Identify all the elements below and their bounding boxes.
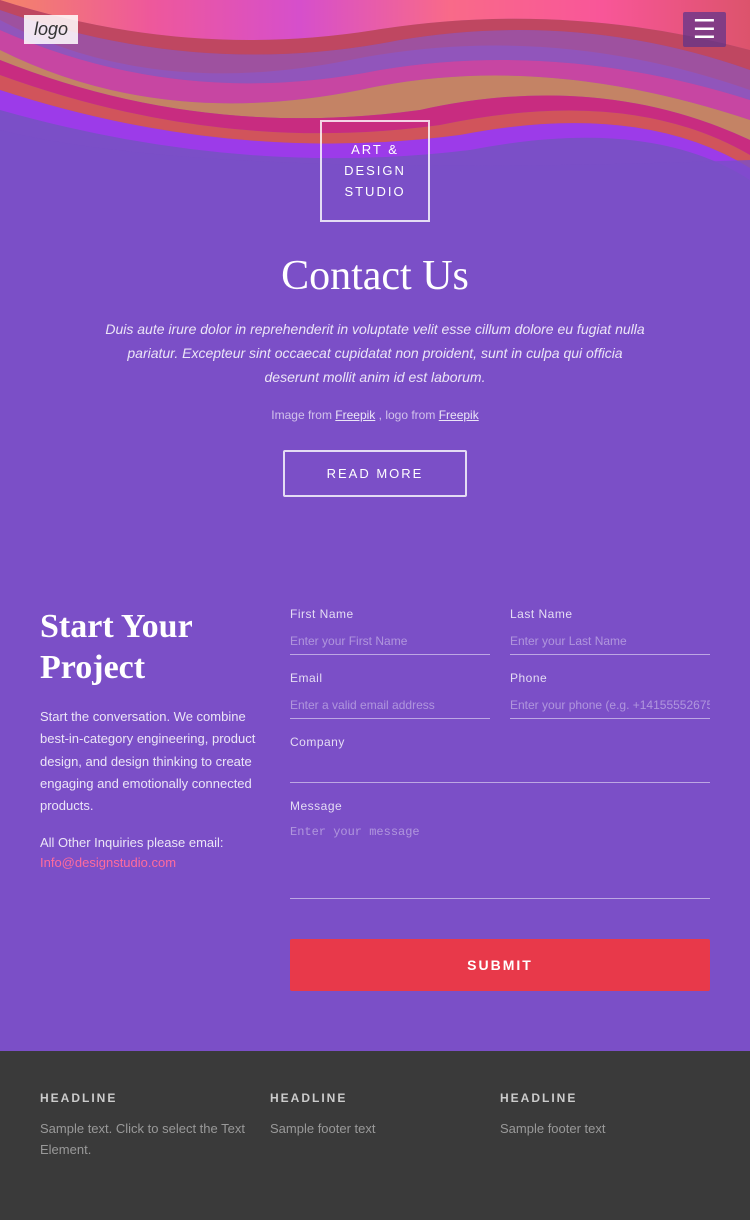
footer-headline-1: HEADLINE	[40, 1091, 250, 1105]
first-name-input[interactable]	[290, 627, 490, 655]
submit-button[interactable]: SUBMIT	[290, 939, 710, 991]
contact-description: Duis aute irure dolor in reprehenderit i…	[105, 318, 645, 389]
freepik-link-1[interactable]: Freepik	[335, 408, 375, 422]
footer-col-2: HEADLINE Sample footer text	[270, 1091, 480, 1161]
studio-logo-box: ART & DESIGN STUDIO	[320, 120, 430, 222]
studio-text: ART & DESIGN STUDIO	[344, 142, 406, 199]
first-name-group: First Name	[290, 607, 490, 655]
phone-input[interactable]	[510, 691, 710, 719]
project-email-link[interactable]: Info@designstudio.com	[40, 855, 176, 870]
contact-section: Contact Us Duis aute irure dolor in repr…	[0, 222, 750, 556]
navbar: logo ☰	[0, 0, 750, 59]
contact-title: Contact Us	[281, 252, 469, 300]
email-label: Email	[290, 671, 490, 685]
email-group: Email	[290, 671, 490, 719]
footer-headline-2: HEADLINE	[270, 1091, 480, 1105]
message-label: Message	[290, 799, 710, 813]
message-group: Message	[290, 799, 710, 899]
project-description: Start the conversation. We combine best-…	[40, 706, 260, 816]
phone-label: Phone	[510, 671, 710, 685]
footer-col-3: HEADLINE Sample footer text	[500, 1091, 710, 1161]
company-group: Company	[290, 735, 710, 783]
project-left: Start Your Project Start the conversatio…	[40, 607, 260, 991]
hamburger-icon[interactable]: ☰	[683, 12, 726, 47]
last-name-input[interactable]	[510, 627, 710, 655]
form-company-row: Company	[290, 735, 710, 783]
footer-text-3: Sample footer text	[500, 1119, 710, 1140]
image-credit: Image from Freepik , logo from Freepik	[271, 408, 478, 422]
footer-text-1: Sample text. Click to select the Text El…	[40, 1119, 250, 1161]
footer-text-2: Sample footer text	[270, 1119, 480, 1140]
contact-form: First Name Last Name Email Phone Company	[290, 607, 710, 991]
company-input[interactable]	[290, 755, 710, 783]
last-name-group: Last Name	[510, 607, 710, 655]
footer: HEADLINE Sample text. Click to select th…	[0, 1051, 750, 1220]
project-section: Start Your Project Start the conversatio…	[0, 557, 750, 1051]
project-title: Start Your Project	[40, 607, 260, 689]
message-input[interactable]	[290, 819, 710, 899]
last-name-label: Last Name	[510, 607, 710, 621]
company-label: Company	[290, 735, 710, 749]
read-more-button[interactable]: READ MORE	[283, 450, 468, 497]
nav-logo: logo	[24, 15, 78, 44]
project-email-label: All Other Inquiries please email:	[40, 835, 260, 850]
footer-col-1: HEADLINE Sample text. Click to select th…	[40, 1091, 250, 1161]
first-name-label: First Name	[290, 607, 490, 621]
footer-headline-3: HEADLINE	[500, 1091, 710, 1105]
form-name-row: First Name Last Name	[290, 607, 710, 655]
form-contact-row: Email Phone	[290, 671, 710, 719]
freepik-link-2[interactable]: Freepik	[439, 408, 479, 422]
email-input[interactable]	[290, 691, 490, 719]
hero-section: ART & DESIGN STUDIO Contact Us Duis aute…	[0, 0, 750, 557]
phone-group: Phone	[510, 671, 710, 719]
form-message-row: Message	[290, 799, 710, 899]
